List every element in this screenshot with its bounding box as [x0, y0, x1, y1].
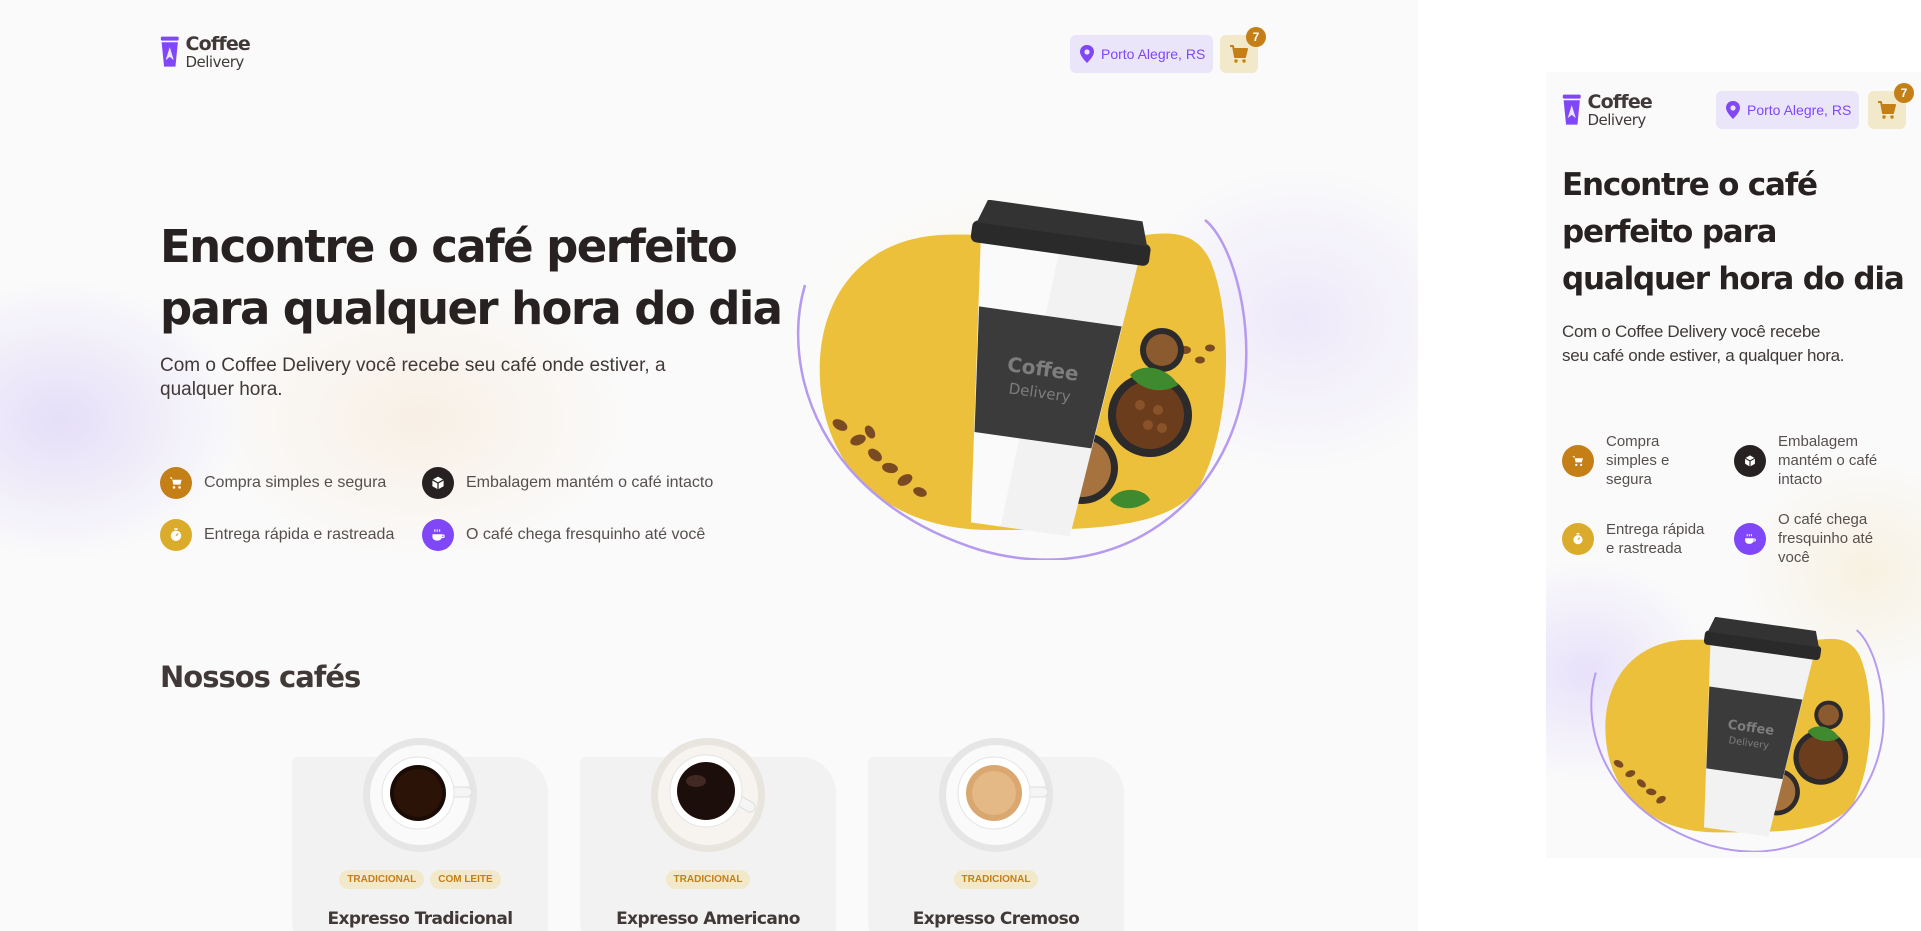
tag-list: TRADICIONAL: [580, 870, 836, 889]
tag-list: TRADICIONAL: [868, 870, 1124, 889]
coffee-card[interactable]: TRADICIONAL COM LEITE Expresso Tradicion…: [292, 738, 548, 931]
tag: TRADICIONAL: [339, 870, 425, 889]
tag: TRADICIONAL: [665, 870, 751, 889]
feature-label-line: Entrega rápida: [1606, 521, 1705, 538]
mobile-feature-item: O café chega fresquinho até você: [1734, 510, 1873, 567]
mobile-feature-item: Compra simples e segura: [1562, 432, 1669, 489]
feature-label: Embalagem mantém o café intacto: [466, 474, 714, 491]
feature-label-line: fresquinho até: [1778, 530, 1874, 547]
mobile-logo-link[interactable]: Coffee Delivery: [1562, 88, 1653, 132]
hero-subtitle-line-2: qualquer hora.: [160, 379, 283, 400]
coffee-icon: [1734, 522, 1766, 555]
hero-subtitle-line-1: Com o Coffee Delivery você recebe seu ca…: [160, 355, 666, 376]
hero-coffee-image: Coffee Delivery: [796, 200, 1248, 560]
package-icon: [1734, 444, 1766, 477]
feature-label-line: Embalagem: [1778, 433, 1859, 450]
map-pin-icon: [1726, 101, 1740, 119]
coffee-cup-image: [939, 738, 1053, 852]
coffee-name: Expresso Cremoso: [912, 909, 1080, 929]
timer-icon: [160, 519, 192, 551]
mobile-hero-coffee-image: Coffee Delivery: [1590, 617, 1885, 852]
logo-wordmark: Coffee Delivery: [185, 32, 250, 71]
cart-count-badge: 7: [1894, 83, 1914, 103]
logo-line-1: Coffee: [1587, 90, 1652, 113]
hero-subtitle-line: Com o Coffee Delivery você recebe: [1562, 322, 1821, 341]
location-label: Porto Alegre, RS: [1747, 102, 1852, 118]
tag: TRADICIONAL: [953, 870, 1039, 889]
feature-label: Entrega rápida e rastreada: [1606, 520, 1704, 558]
feature-label: Compra simples e segura: [1606, 432, 1669, 489]
feature-label: Compra simples e segura: [204, 474, 387, 491]
mobile-feature-item: Entrega rápida e rastreada: [1562, 520, 1704, 558]
feature-item: Embalagem mantém o café intacto: [422, 467, 713, 499]
mobile-feature-item: Embalagem mantém o café intacto: [1734, 432, 1877, 489]
timer-icon: [1562, 523, 1594, 555]
feature-label-line: segura: [1606, 471, 1652, 488]
mobile-preview: Coffee Delivery Porto Alegre, RS 7 Encon…: [1546, 72, 1921, 858]
coffee-card[interactable]: TRADICIONAL Expresso Americano: [580, 738, 836, 931]
location-button[interactable]: Porto Alegre, RS: [1070, 35, 1214, 73]
hero-subtitle: Com o Coffee Delivery você recebe seu ca…: [160, 354, 666, 402]
feature-label: O café chega fresquinho até você: [466, 526, 706, 543]
tag-list: TRADICIONAL COM LEITE: [292, 870, 548, 889]
coffee-card[interactable]: TRADICIONAL Expresso Cremoso: [868, 738, 1124, 931]
coffee-cup-image: [651, 738, 765, 852]
tag: COM LEITE: [430, 870, 501, 889]
logo-line-2: Delivery: [1587, 110, 1646, 129]
shopping-cart-icon: [1878, 101, 1896, 119]
hero-subtitle-line: seu café onde estiver, a qualquer hora.: [1562, 346, 1845, 365]
feature-label-line: Compra: [1606, 433, 1660, 450]
coffee-cup-logo-icon: [160, 36, 179, 67]
desktop-page: Coffee Delivery Porto Alegre, RS 7 Encon…: [0, 0, 1418, 931]
location-label: Porto Alegre, RS: [1101, 46, 1206, 62]
coffee-icon: [422, 519, 454, 551]
hero-title: Encontre o café perfeito para qualquer h…: [160, 216, 783, 340]
mobile-cart-button[interactable]: 7: [1868, 83, 1914, 129]
feature-label-line: simples e: [1606, 452, 1670, 469]
hero-title-line-1: Encontre o café perfeito: [160, 220, 738, 273]
logo-wordmark: Coffee Delivery: [1587, 90, 1652, 129]
logo-line-2: Delivery: [185, 52, 244, 71]
feature-item: Entrega rápida e rastreada: [160, 519, 394, 551]
feature-label-line: você: [1778, 549, 1810, 566]
header: Coffee Delivery Porto Alegre, RS 7: [160, 27, 1266, 76]
feature-label: Entrega rápida e rastreada: [204, 526, 395, 543]
cart-icon: [160, 467, 192, 499]
logo-line-1: Coffee: [185, 32, 250, 55]
mobile-hero-subtitle: Com o Coffee Delivery você recebe seu ca…: [1562, 320, 1845, 368]
mobile-hero-title: Encontre o café perfeito para qualquer h…: [1562, 162, 1905, 303]
feature-label-line: mantém o café: [1778, 452, 1878, 469]
cart-icon: [1562, 444, 1594, 477]
shopping-cart-icon: [1230, 45, 1248, 63]
coffee-cup-logo-icon: [1562, 94, 1581, 125]
feature-label-line: intacto: [1778, 471, 1823, 488]
feature-item: Compra simples e segura: [160, 467, 386, 499]
cart-button[interactable]: 7: [1220, 27, 1266, 73]
package-icon: [422, 467, 454, 499]
feature-label-line: e rastreada: [1606, 540, 1682, 557]
mobile-location-button[interactable]: Porto Alegre, RS: [1716, 91, 1860, 129]
cart-count-badge: 7: [1246, 27, 1266, 47]
feature-label: O café chega fresquinho até você: [1778, 510, 1873, 567]
feature-item: O café chega fresquinho até você: [422, 519, 705, 551]
hero-title-line-2: para qualquer hora do dia: [160, 282, 783, 335]
coffee-name: Expresso Americano: [616, 909, 800, 929]
logo-link[interactable]: Coffee Delivery: [160, 30, 251, 74]
feature-label-line: O café chega: [1778, 511, 1868, 528]
map-pin-icon: [1080, 45, 1094, 63]
coffee-name: Expresso Tradicional: [327, 909, 513, 929]
coffee-cup-image: [363, 738, 477, 852]
hero-title-line: Encontre o café: [1562, 167, 1818, 203]
hero-title-line: perfeito para: [1562, 214, 1777, 250]
hero-title-line: qualquer hora do dia: [1562, 261, 1905, 297]
feature-label: Embalagem mantém o café intacto: [1778, 432, 1877, 489]
viewport: Coffee Delivery Porto Alegre, RS 7 Encon…: [0, 0, 1921, 931]
catalog-title: Nossos cafés: [160, 660, 361, 694]
